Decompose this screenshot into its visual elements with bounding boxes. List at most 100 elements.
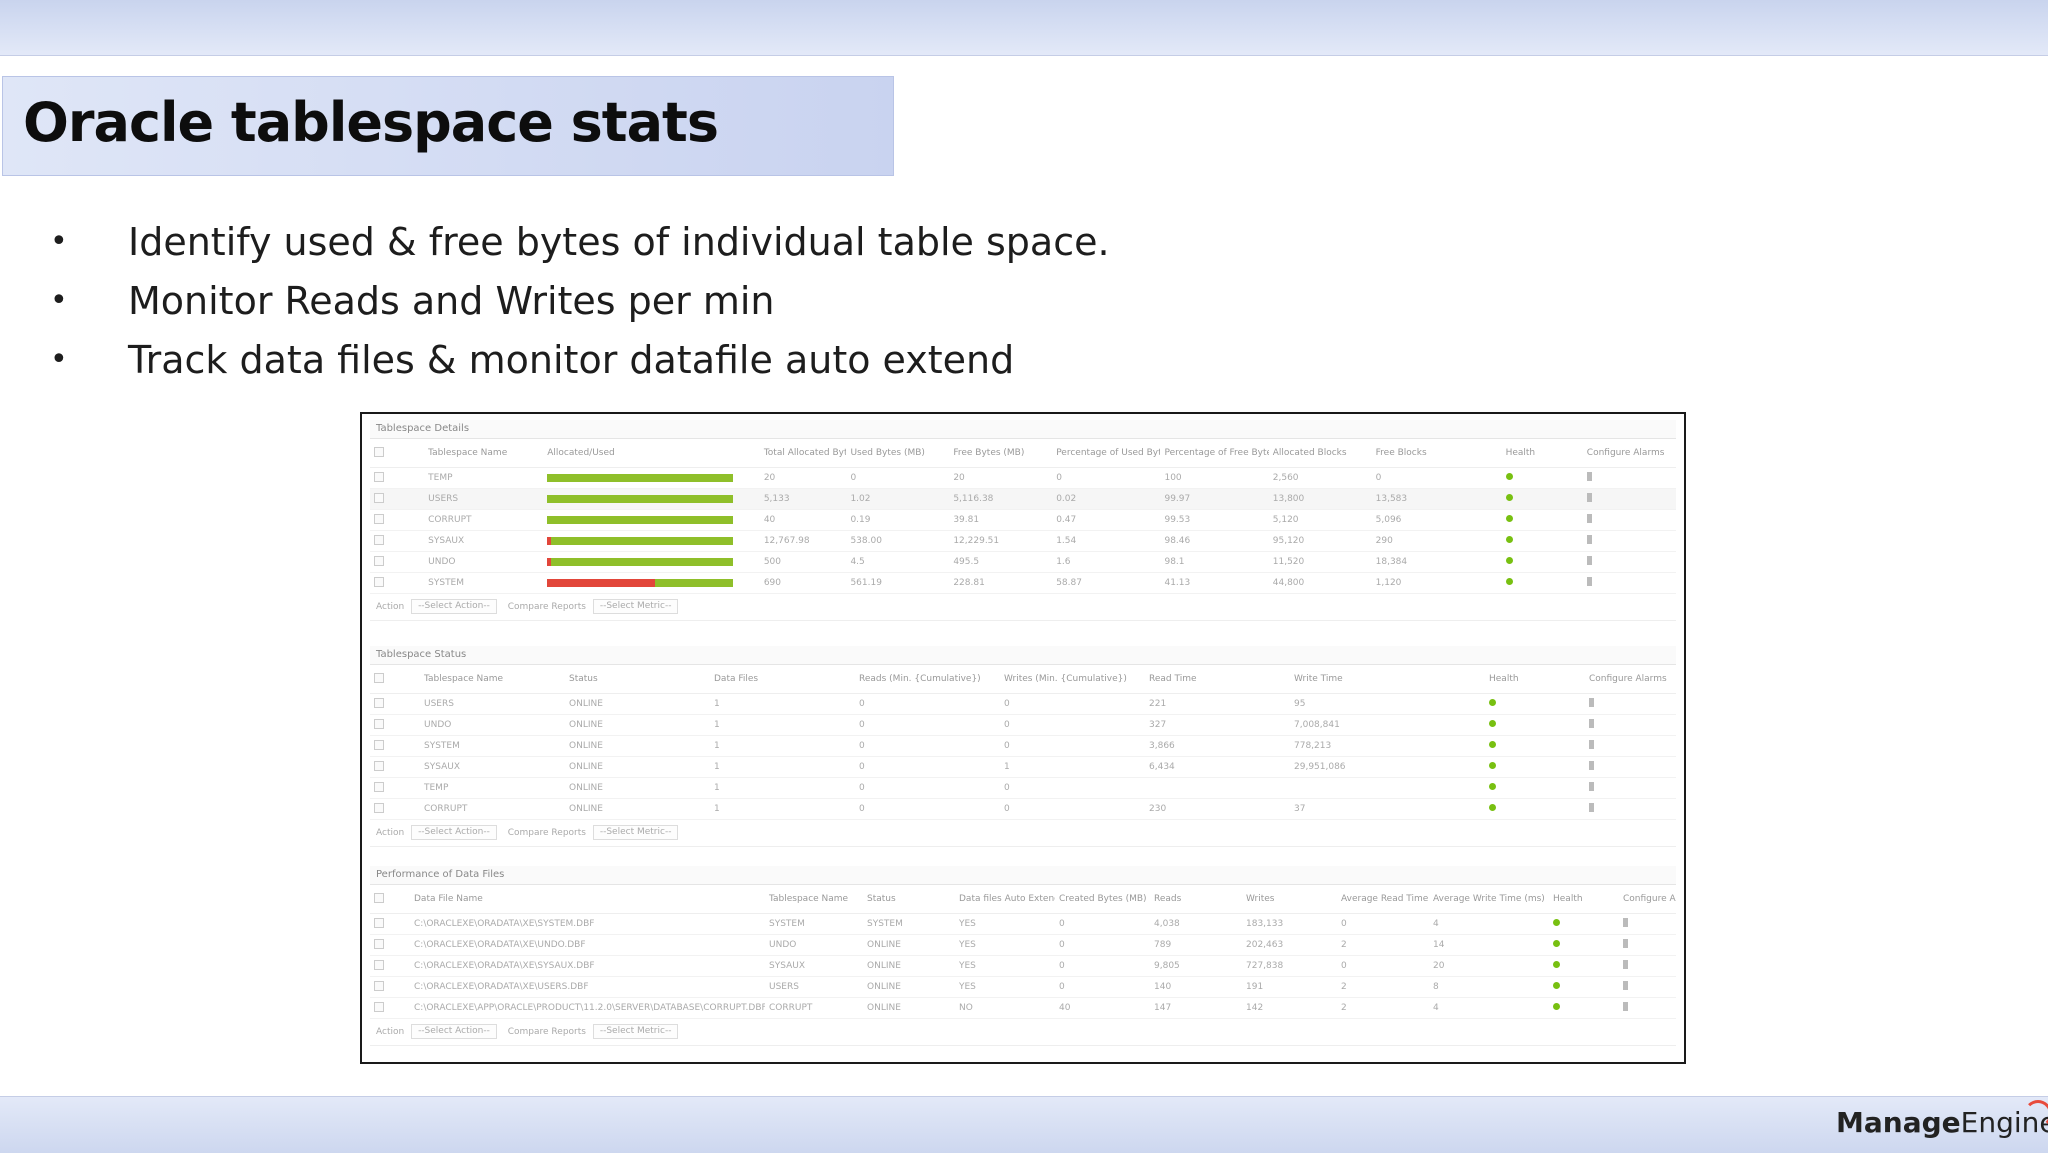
select-all-checkbox[interactable]: [374, 892, 384, 903]
row-checkbox[interactable]: [374, 760, 384, 771]
table-cell: 0.19: [846, 509, 950, 531]
health-cell: [1485, 693, 1585, 715]
table-row[interactable]: C:\ORACLEXE\ORADATA\XE\SYSAUX.DBF SYSAUX O…: [370, 955, 1676, 977]
select-all-checkbox[interactable]: [374, 446, 384, 457]
table-row[interactable]: C:\ORACLEXE\ORADATA\XE\SYSTEM.DBF SYSTEM S…: [370, 913, 1676, 935]
row-checkbox[interactable]: [374, 781, 384, 792]
configure-alarm-icon[interactable]: [1586, 556, 1592, 565]
row-checkbox[interactable]: [374, 697, 384, 708]
alarm-cell: [1619, 997, 1676, 1019]
row-checkbox[interactable]: [374, 802, 384, 813]
column-header: Health: [1549, 885, 1619, 914]
table-cell: YES: [955, 934, 1055, 956]
configure-alarm-icon[interactable]: [1586, 514, 1592, 523]
row-checkbox[interactable]: [374, 718, 384, 729]
row-checkbox[interactable]: [374, 739, 384, 750]
table-row[interactable]: UNDO 500 4.5 495.5 1.6 98.1 11,520 18,384: [370, 551, 1676, 573]
table-row[interactable]: SYSTEM ONLINE 1 0 0 3,866 778,213: [370, 735, 1676, 757]
alarm-cell: [1582, 572, 1676, 594]
table-row[interactable]: SYSTEM 690 561.19 228.81 58.87 41.13 44,800 1,1…: [370, 572, 1676, 594]
configure-alarm-icon[interactable]: [1623, 939, 1628, 948]
table-row[interactable]: SYSAUX ONLINE 1 0 1 6,434 29,951,086: [370, 756, 1676, 778]
row-checkbox[interactable]: [374, 555, 384, 566]
usage-bar-cell: [543, 551, 760, 573]
configure-alarm-icon[interactable]: [1586, 493, 1592, 502]
configure-alarm-icon[interactable]: [1623, 981, 1628, 990]
row-checkbox[interactable]: [374, 917, 384, 928]
table-row[interactable]: C:\ORACLEXE\ORADATA\XE\UNDO.DBF UNDO ONLIN…: [370, 934, 1676, 956]
bullet-dot-icon: •: [50, 283, 68, 318]
configure-alarm-icon[interactable]: [1586, 535, 1592, 544]
alarm-cell: [1582, 530, 1676, 552]
table-cell: [370, 509, 425, 531]
table-row[interactable]: USERS 5,133 1.02 5,116.38 0.02 99.97 13,800 13,…: [370, 488, 1676, 510]
health-cell: [1501, 530, 1583, 552]
table-row[interactable]: C:\ORACLEXE\APP\ORACLE\PRODUCT\11.2.0\SE…: [370, 997, 1676, 1019]
table-row[interactable]: TEMP 20 0 20 0 100 2,560 0: [370, 467, 1676, 489]
table-cell: 5,133: [759, 488, 847, 510]
table-cell: [370, 488, 425, 510]
table-row[interactable]: C:\ORACLEXE\ORADATA\XE\USERS.DBF USERS ONL…: [370, 976, 1676, 998]
select-all-checkbox[interactable]: [374, 672, 384, 683]
health-ok-icon: [1505, 515, 1513, 522]
table-cell: 14: [1429, 934, 1549, 956]
table-cell: 4: [1429, 997, 1549, 1019]
table-row[interactable]: UNDO ONLINE 1 0 0 327 7,008,841: [370, 714, 1676, 736]
select-metric-dropdown[interactable]: --Select Metric--: [592, 599, 679, 614]
row-checkbox[interactable]: [374, 938, 384, 949]
health-ok-icon: [1505, 494, 1513, 501]
table-cell: 95,120: [1268, 530, 1372, 552]
table-cell: SYSTEM: [765, 913, 863, 935]
bullet-dot-icon: •: [50, 224, 68, 259]
table-cell: ONLINE: [863, 934, 955, 956]
alarm-cell: [1582, 551, 1676, 573]
configure-alarm-icon[interactable]: [1589, 740, 1594, 749]
select-action-dropdown[interactable]: --Select Action--: [411, 825, 497, 840]
table-cell: 0: [855, 756, 1000, 778]
row-checkbox[interactable]: [374, 1001, 384, 1012]
configure-alarm-icon[interactable]: [1586, 577, 1592, 586]
table-cell: 0: [855, 693, 1000, 715]
column-header: Data File Name: [410, 885, 765, 914]
table-row[interactable]: USERS ONLINE 1 0 0 221 95: [370, 693, 1676, 715]
table-cell: 58.87: [1052, 572, 1161, 594]
row-checkbox[interactable]: [374, 471, 384, 482]
column-header: Reads: [1150, 885, 1242, 914]
select-action-dropdown[interactable]: --Select Action--: [411, 599, 497, 614]
table-row[interactable]: TEMP ONLINE 1 0 0: [370, 777, 1676, 799]
table-cell: [370, 714, 420, 736]
row-checkbox[interactable]: [374, 959, 384, 970]
row-checkbox[interactable]: [374, 492, 384, 503]
row-checkbox[interactable]: [374, 576, 384, 587]
row-checkbox[interactable]: [374, 534, 384, 545]
configure-alarm-icon[interactable]: [1589, 782, 1594, 791]
configure-alarm-icon[interactable]: [1623, 1002, 1628, 1011]
table-row[interactable]: SYSAUX 12,767.98 538.00 12,229.51 1.54 98.46 9…: [370, 530, 1676, 552]
health-ok-icon: [1505, 536, 1513, 543]
configure-alarm-icon[interactable]: [1586, 472, 1592, 481]
table-cell: 0: [1055, 955, 1150, 977]
configure-alarm-icon[interactable]: [1623, 918, 1628, 927]
select-metric-dropdown[interactable]: --Select Metric--: [592, 1024, 679, 1039]
embedded-screenshot: Tablespace Details Tablespace Name Alloca…: [360, 412, 1686, 1064]
configure-alarm-icon[interactable]: [1589, 803, 1594, 812]
table-row[interactable]: CORRUPT 40 0.19 39.81 0.47 99.53 5,120 5,096: [370, 509, 1676, 531]
datafiles-panel: Performance of Data Files Data File Name…: [370, 866, 1676, 1046]
configure-alarm-icon[interactable]: [1589, 698, 1594, 707]
table-row[interactable]: CORRUPT ONLINE 1 0 0 230 37: [370, 798, 1676, 820]
table-cell: 0: [1055, 976, 1150, 998]
select-metric-dropdown[interactable]: --Select Metric--: [592, 825, 679, 840]
table-cell: 95: [1290, 693, 1485, 715]
column-header: Allocated Blocks: [1268, 439, 1372, 468]
table-cell: 500: [759, 551, 847, 573]
select-action-dropdown[interactable]: --Select Action--: [411, 1024, 497, 1039]
row-checkbox[interactable]: [374, 980, 384, 991]
table-cell: 183,133: [1242, 913, 1337, 935]
usage-bar: [547, 579, 734, 587]
configure-alarm-icon[interactable]: [1589, 761, 1594, 770]
row-checkbox[interactable]: [374, 513, 384, 524]
table-cell: 18,384: [1371, 551, 1502, 573]
configure-alarm-icon[interactable]: [1623, 960, 1628, 969]
tablespace-name: UNDO: [420, 714, 565, 736]
configure-alarm-icon[interactable]: [1589, 719, 1594, 728]
